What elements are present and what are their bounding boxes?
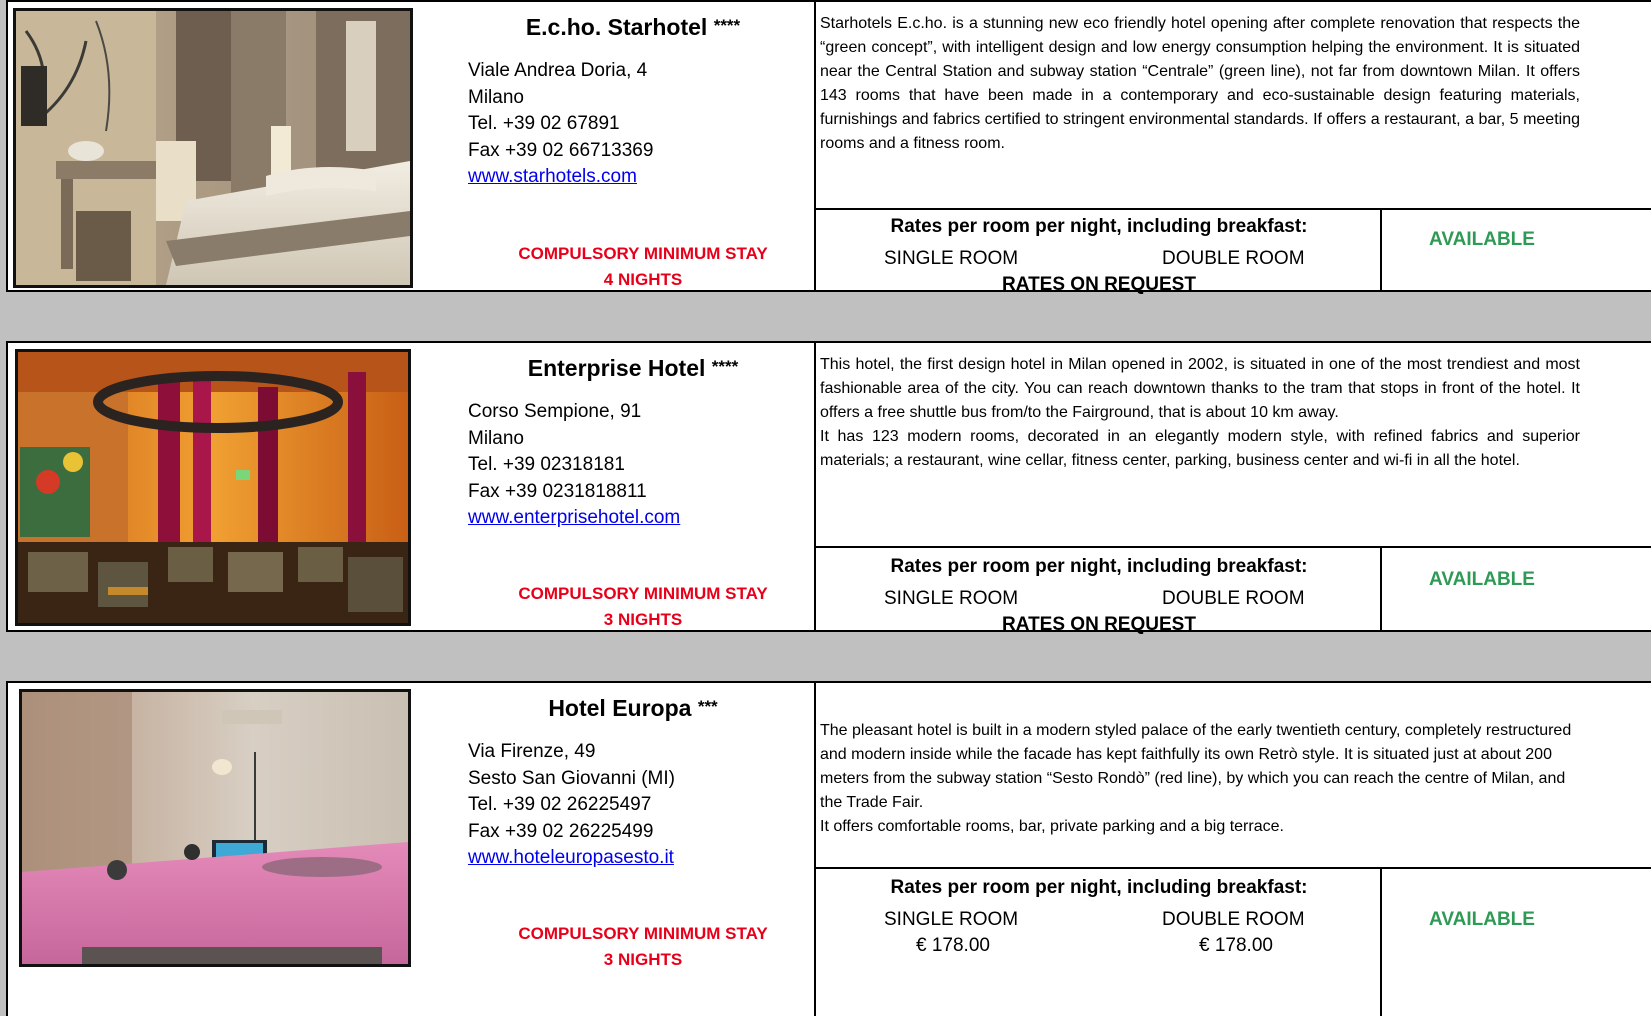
address-phone: Tel. +39 02 67891 bbox=[468, 113, 620, 134]
minimum-stay-label: COMPULSORY MINIMUM STAY bbox=[518, 244, 768, 263]
double-room-label: DOUBLE ROOM bbox=[1162, 909, 1305, 930]
single-room-price: € 178.00 bbox=[916, 935, 990, 956]
rates-panel: Rates per room per night, including brea… bbox=[816, 869, 1382, 959]
hotel-description: Starhotels E.c.ho. is a stunning new eco… bbox=[820, 12, 1580, 156]
hotel-stars: **** bbox=[711, 357, 739, 376]
address-phone: Tel. +39 02318181 bbox=[468, 454, 625, 475]
single-room-label: SINGLE ROOM bbox=[884, 909, 1019, 930]
availability-status: AVAILABLE bbox=[1429, 569, 1535, 590]
address-city: Milano bbox=[468, 427, 524, 449]
rates-on-request: RATES ON REQUEST bbox=[1002, 274, 1196, 295]
hotel-info: Hotel Europa *** Via Firenze, 49 Sesto S… bbox=[468, 683, 816, 1016]
rates-on-request: RATES ON REQUEST bbox=[1002, 614, 1196, 635]
hotel-stars: **** bbox=[713, 16, 741, 35]
hotel-name-text: E.c.ho. Starhotel bbox=[525, 14, 708, 40]
single-room-label: SINGLE ROOM bbox=[884, 248, 1019, 269]
rates-panel: Rates per room per night, including brea… bbox=[816, 208, 1382, 296]
description-paragraph: It has 123 modern rooms, decorated in an… bbox=[820, 428, 1580, 469]
minimum-stay-notice: COMPULSORY MINIMUM STAY 3 NIGHTS bbox=[468, 921, 818, 973]
single-room-label: SINGLE ROOM bbox=[884, 588, 1019, 609]
hotel-card-europa: Hotel Europa *** Via Firenze, 49 Sesto S… bbox=[6, 681, 1651, 1016]
description-paragraph: It offers comfortable rooms, bar, privat… bbox=[820, 818, 1284, 835]
room-types: SINGLE ROOM DOUBLE ROOM bbox=[816, 248, 1382, 274]
address-city: Sesto San Giovanni (MI) bbox=[468, 767, 675, 789]
hotel-name: Hotel Europa *** bbox=[468, 695, 798, 722]
hotel-photo-lounge bbox=[15, 349, 411, 626]
rates-title: Rates per room per night, including brea… bbox=[890, 216, 1308, 237]
address-street: Corso Sempione, 91 bbox=[468, 401, 642, 422]
description-paragraph: This hotel, the first design hotel in Mi… bbox=[820, 356, 1580, 421]
address-street: Viale Andrea Doria, 4 bbox=[468, 60, 648, 81]
hotel-card-enterprise: Enterprise Hotel **** Corso Sempione, 91… bbox=[6, 341, 1651, 635]
hotel-website-link[interactable]: www.hoteleuropasesto.it bbox=[468, 845, 675, 872]
hotel-name-text: Hotel Europa bbox=[548, 695, 692, 721]
room-prices: € 178.00 € 178.00 bbox=[816, 935, 1382, 959]
hotel-photo-bedroom bbox=[13, 8, 413, 288]
hotel-address: Viale Andrea Doria, 4 Milano Tel. +39 02… bbox=[468, 58, 653, 191]
hotel-card-echo-starhotel: E.c.ho. Starhotel **** Viale Andrea Dori… bbox=[6, 0, 1651, 295]
hotel-name: Enterprise Hotel **** bbox=[468, 355, 798, 382]
hotel-info: E.c.ho. Starhotel **** Viale Andrea Dori… bbox=[468, 2, 816, 290]
rates-title: Rates per room per night, including brea… bbox=[890, 877, 1308, 898]
minimum-stay-notice: COMPULSORY MINIMUM STAY 3 NIGHTS bbox=[468, 581, 818, 633]
room-types: SINGLE ROOM DOUBLE ROOM bbox=[816, 909, 1382, 935]
address-phone: Tel. +39 02 26225497 bbox=[468, 794, 652, 815]
hotel-photo-room bbox=[19, 689, 411, 967]
address-fax: Fax +39 0231818811 bbox=[468, 480, 647, 502]
rates-title: Rates per room per night, including brea… bbox=[890, 556, 1308, 577]
availability-divider bbox=[1380, 867, 1382, 1016]
room-types: SINGLE ROOM DOUBLE ROOM bbox=[816, 588, 1382, 614]
hotel-info: Enterprise Hotel **** Corso Sempione, 91… bbox=[468, 343, 816, 630]
minimum-stay-nights: 3 NIGHTS bbox=[603, 610, 683, 629]
description-paragraph: Starhotels E.c.ho. is a stunning new eco… bbox=[820, 15, 1580, 152]
hotel-stars: *** bbox=[697, 697, 718, 716]
hotel-name-text: Enterprise Hotel bbox=[527, 355, 706, 381]
availability-status: AVAILABLE bbox=[1429, 229, 1535, 250]
minimum-stay-nights: 3 NIGHTS bbox=[603, 950, 683, 969]
address-city: Milano bbox=[468, 86, 524, 108]
description-paragraph: The pleasant hotel is built in a modern … bbox=[820, 722, 1572, 811]
availability-status: AVAILABLE bbox=[1429, 909, 1535, 930]
hotel-address: Via Firenze, 49 Sesto San Giovanni (MI) … bbox=[468, 739, 675, 872]
hotel-address: Corso Sempione, 91 Milano Tel. +39 02318… bbox=[468, 399, 680, 532]
rates-panel: Rates per room per night, including brea… bbox=[816, 548, 1382, 636]
address-fax: Fax +39 02 26225499 bbox=[468, 820, 654, 842]
double-room-label: DOUBLE ROOM bbox=[1162, 588, 1305, 609]
hotel-website-link[interactable]: www.starhotels.com bbox=[468, 164, 653, 191]
hotel-website-link[interactable]: www.enterprisehotel.com bbox=[468, 505, 680, 532]
hotel-description: This hotel, the first design hotel in Mi… bbox=[820, 353, 1580, 473]
double-room-price: € 178.00 bbox=[1199, 935, 1273, 956]
minimum-stay-notice: COMPULSORY MINIMUM STAY 4 NIGHTS bbox=[468, 241, 818, 293]
column-divider bbox=[814, 683, 816, 1016]
address-fax: Fax +39 02 66713369 bbox=[468, 139, 654, 161]
minimum-stay-label: COMPULSORY MINIMUM STAY bbox=[518, 924, 768, 943]
address-street: Via Firenze, 49 bbox=[468, 741, 596, 762]
minimum-stay-label: COMPULSORY MINIMUM STAY bbox=[518, 584, 768, 603]
double-room-label: DOUBLE ROOM bbox=[1162, 248, 1305, 269]
minimum-stay-nights: 4 NIGHTS bbox=[603, 270, 683, 289]
hotel-description: The pleasant hotel is built in a modern … bbox=[820, 719, 1580, 839]
hotel-name: E.c.ho. Starhotel **** bbox=[468, 14, 798, 41]
